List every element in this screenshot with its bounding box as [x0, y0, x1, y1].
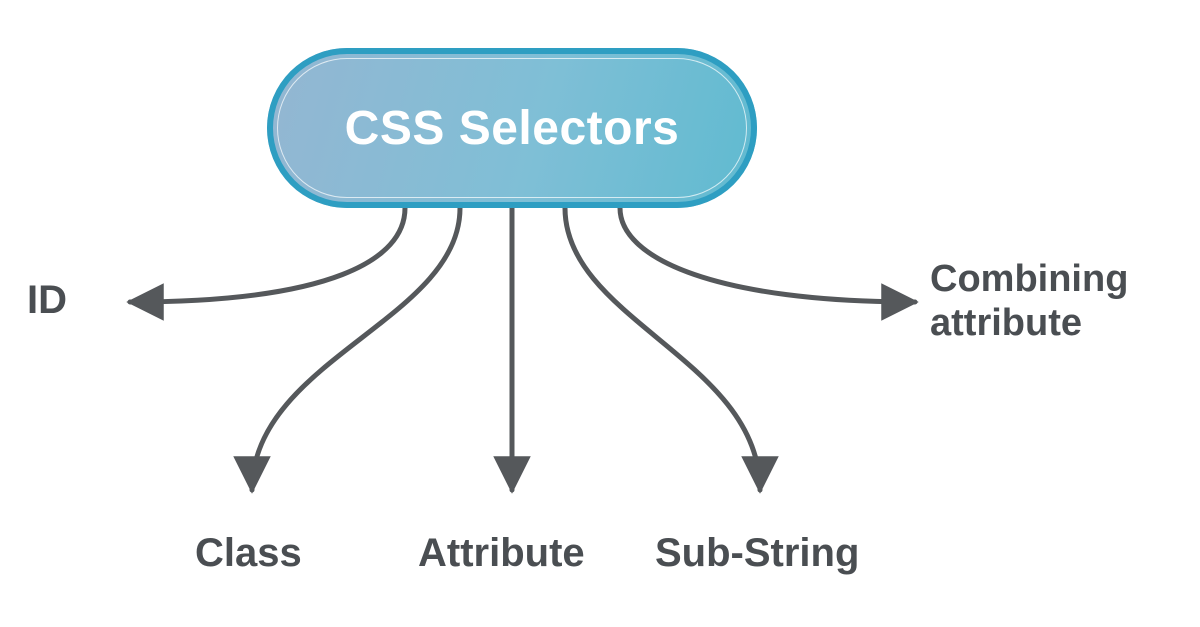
leaf-combining-line2: attribute	[930, 302, 1082, 344]
leaf-id-label: ID	[27, 278, 67, 322]
leaf-attribute-label: Attribute	[418, 531, 585, 575]
leaf-class-label: Class	[195, 531, 302, 575]
leaf-class: Class	[195, 530, 302, 576]
leaf-combining-line1: Combining	[930, 258, 1128, 300]
leaf-substring: Sub-String	[655, 530, 859, 576]
root-node: CSS Selectors	[267, 48, 757, 208]
leaf-combining: Combining attribute	[930, 258, 1128, 345]
leaf-substring-label: Sub-String	[655, 531, 859, 575]
leaf-attribute: Attribute	[418, 530, 585, 576]
root-node-label: CSS Selectors	[345, 101, 680, 156]
leaf-id: ID	[27, 277, 67, 323]
diagram-canvas: CSS Selectors ID Combining attribute Cla…	[0, 0, 1200, 627]
